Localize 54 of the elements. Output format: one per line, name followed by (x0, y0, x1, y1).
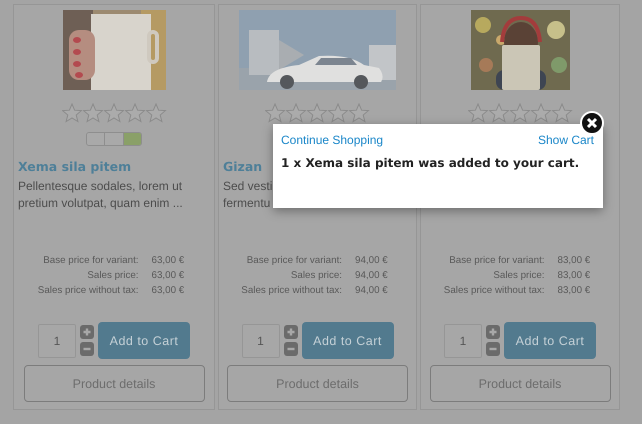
quantity-field[interactable]: 1 (242, 324, 280, 358)
product-details-button[interactable]: Product details (24, 365, 204, 402)
price-value: 94,00 € (355, 255, 388, 266)
minus-icon[interactable] (486, 342, 500, 356)
price-value: 63,00 € (152, 270, 184, 281)
star-icon (307, 103, 328, 123)
star-icon (530, 103, 552, 123)
product-description: Pellentesque sodales, lorem ut pretium volutpat, quam enim ... (18, 178, 184, 212)
product-title[interactable]: Xema sila pitem (18, 159, 210, 174)
price-value: 83,00 € (558, 270, 590, 281)
quantity-field[interactable]: 1 (444, 324, 482, 358)
add-to-cart-button[interactable]: Add to Cart (504, 322, 596, 359)
price-label: Sales price without tax: (241, 285, 342, 296)
price-value: 63,00 € (152, 285, 184, 296)
star-icon (124, 103, 146, 123)
star-icon (468, 103, 488, 123)
add-to-cart-button[interactable]: Add to Cart (98, 322, 190, 359)
minus-icon[interactable] (284, 342, 298, 356)
price-label: Sales price without tax: (38, 285, 139, 296)
price-value: 94,00 € (355, 285, 388, 296)
star-icon (552, 103, 572, 123)
plus-icon[interactable] (80, 325, 94, 339)
product-details-button[interactable]: Product details (430, 365, 610, 402)
quantity-field[interactable]: 1 (38, 324, 76, 358)
price-label: Sales price: (290, 270, 342, 281)
plus-icon[interactable] (284, 325, 298, 339)
price-label: Base price for variant: (246, 255, 342, 266)
star-icon (265, 103, 286, 123)
add-to-cart-button[interactable]: Add to Cart (302, 322, 394, 359)
star-icon (510, 103, 530, 123)
star-icon (82, 103, 104, 123)
product-description: Sed vesti fermentu (223, 178, 274, 212)
product-details-button[interactable]: Product details (227, 365, 408, 402)
price-value: 63,00 € (152, 255, 184, 266)
star-icon (104, 103, 124, 123)
price-label: Sales price without tax: (444, 285, 545, 296)
price-label: Sales price: (86, 270, 139, 281)
minus-icon[interactable] (80, 342, 94, 356)
star-icon (328, 103, 349, 123)
price-label: Base price for variant: (448, 255, 545, 266)
price-value: 83,00 € (558, 285, 590, 296)
star-icon (349, 103, 370, 123)
price-label: Sales price: (492, 270, 545, 281)
star-icon (488, 103, 510, 123)
star-icon (146, 103, 166, 123)
star-icon (62, 103, 82, 123)
continue-shopping-link[interactable]: Continue Shopping (281, 133, 384, 147)
price-value: 83,00 € (558, 255, 590, 266)
price-label: Base price for variant: (42, 255, 139, 266)
cart-message: 1 x Xema sila pitem was added to your cart. (281, 156, 580, 170)
plus-icon[interactable] (486, 325, 500, 339)
price-value: 94,00 € (355, 270, 388, 281)
show-cart-link[interactable]: Show Cart (538, 133, 594, 147)
star-icon (286, 103, 307, 123)
